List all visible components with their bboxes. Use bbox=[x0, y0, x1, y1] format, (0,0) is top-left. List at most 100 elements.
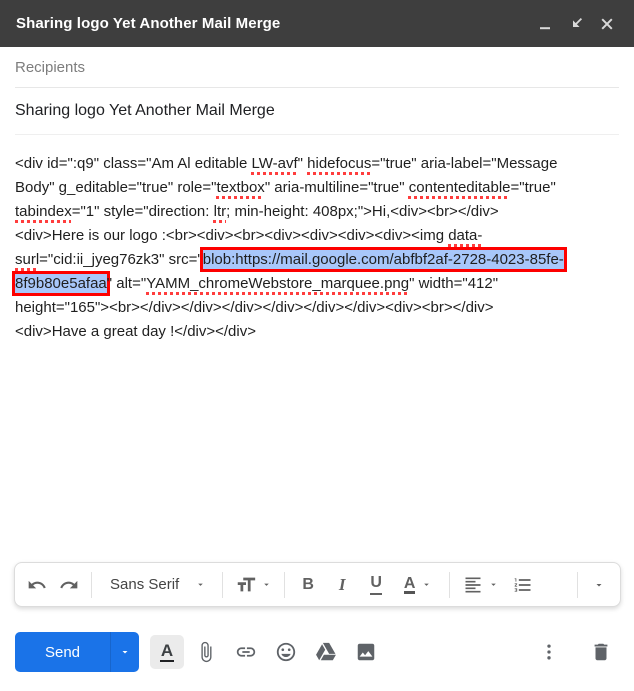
formatting-options-label: A bbox=[159, 641, 175, 662]
close-icon bbox=[601, 17, 613, 30]
toolbar-separator bbox=[449, 571, 451, 598]
body-text: <div>Have a great day !</div></div> bbox=[15, 323, 256, 340]
italic-button[interactable]: I bbox=[325, 568, 359, 602]
more-formatting-button[interactable] bbox=[584, 568, 614, 602]
exit-fullscreen-button[interactable] bbox=[567, 15, 585, 33]
body-text: " bbox=[297, 155, 308, 172]
bold-button[interactable]: B bbox=[291, 568, 325, 602]
body-text: <div id=":q9" class="Am Al editable bbox=[15, 155, 252, 172]
body-line: Body" g_editable="true" role="textbox" a… bbox=[15, 176, 619, 200]
body-text: ; min-height: 408px;">Hi,<div><br></div> bbox=[226, 203, 499, 220]
body-line: 8f9b80e5afaa" alt="YAMM_chromeWebstore_m… bbox=[15, 272, 619, 296]
misspelled-word: ltr bbox=[213, 203, 227, 220]
body-line: <div id=":q9" class="Am Al editable LW-a… bbox=[15, 152, 619, 176]
body-text: " width="412" bbox=[409, 275, 499, 292]
body-text: ="1" style="direction: bbox=[71, 203, 214, 220]
undo-icon bbox=[28, 580, 46, 588]
send-button[interactable]: Send bbox=[15, 632, 110, 672]
trash-icon bbox=[594, 643, 608, 661]
body-text: " aria-multiline="true" bbox=[264, 179, 409, 196]
exit-fullscreen-icon bbox=[573, 17, 583, 27]
misspelled-word: LW-avf bbox=[251, 155, 298, 172]
action-bar-right bbox=[531, 634, 619, 670]
align-button[interactable] bbox=[456, 568, 506, 602]
body-text: <div>Here is our logo :<br><div><br><div… bbox=[15, 227, 449, 244]
chevron-down-icon bbox=[596, 583, 602, 586]
body-text: ="true" aria-label="Message bbox=[371, 155, 558, 172]
numbered-list-button[interactable] bbox=[506, 568, 540, 602]
subject-field[interactable]: Sharing logo Yet Another Mail Merge bbox=[15, 88, 619, 135]
toolbar-separator bbox=[284, 571, 286, 598]
body-text: height="165"><br></div></div></div></div… bbox=[15, 299, 494, 316]
formatting-options-button[interactable]: A bbox=[150, 635, 184, 669]
redo-icon bbox=[60, 580, 78, 588]
image-icon bbox=[357, 643, 375, 661]
redo-button[interactable] bbox=[53, 568, 85, 602]
body-text: " alt=" bbox=[106, 275, 147, 292]
attach-file-button[interactable] bbox=[188, 634, 224, 670]
misspelled-word: textbox bbox=[216, 179, 265, 196]
chevron-down-icon bbox=[198, 583, 203, 586]
recipients-placeholder: Recipients bbox=[15, 58, 86, 76]
body-line: <div>Have a great day !</div></div> bbox=[15, 320, 619, 344]
misspelled-word: contenteditable bbox=[408, 179, 511, 196]
formatting-toolbar: Sans Serif B I U A bbox=[14, 562, 621, 607]
paperclip-icon bbox=[201, 641, 212, 663]
window-controls bbox=[536, 15, 616, 33]
insert-drive-button[interactable] bbox=[308, 634, 344, 670]
underline-button[interactable]: U bbox=[359, 568, 393, 602]
format-size-icon bbox=[237, 577, 256, 591]
bold-label: B bbox=[302, 575, 314, 593]
text-color-label: A bbox=[403, 574, 416, 594]
chevron-down-icon bbox=[424, 583, 430, 586]
body-line: <div>Here is our logo :<br><div><br><div… bbox=[15, 224, 619, 248]
font-family-selector[interactable]: Sans Serif bbox=[98, 568, 216, 602]
minimize-icon bbox=[540, 26, 550, 29]
body-line: surl="cid:ii_jyeg76zk3" src="blob:https:… bbox=[15, 248, 619, 272]
more-vert-icon bbox=[547, 644, 551, 660]
font-family-label: Sans Serif bbox=[110, 576, 180, 593]
close-button[interactable] bbox=[598, 15, 616, 33]
chevron-down-icon bbox=[491, 583, 496, 586]
misspelled-word: tabindex bbox=[15, 203, 72, 220]
insert-photo-button[interactable] bbox=[348, 634, 384, 670]
toolbar-separator bbox=[222, 571, 224, 598]
compose-action-bar: Send A bbox=[15, 632, 619, 672]
subject-value: Sharing logo Yet Another Mail Merge bbox=[15, 102, 275, 119]
highlighted-url-segment: blob:https://mail.google.com/abfbf2af-27… bbox=[202, 250, 564, 269]
body-line: height="165"><br></div></div></div></div… bbox=[15, 296, 619, 320]
misspelled-word: data- bbox=[448, 227, 483, 244]
drive-icon bbox=[316, 642, 336, 661]
insert-emoji-button[interactable] bbox=[268, 634, 304, 670]
emoji-icon bbox=[276, 642, 296, 662]
chevron-down-icon bbox=[122, 651, 128, 654]
text-color-button[interactable]: A bbox=[393, 568, 443, 602]
italic-label: I bbox=[338, 574, 346, 594]
compose-window: Sharing logo Yet Another Mail Merge Reci… bbox=[0, 0, 634, 691]
misspelled-word: surl bbox=[15, 251, 40, 268]
highlighted-url-segment: 8f9b80e5afaa bbox=[15, 274, 107, 293]
misspelled-word: YAMM_chromeWebstore_marquee.png bbox=[146, 275, 410, 292]
body-line: tabindex="1" style="direction: ltr; min-… bbox=[15, 200, 619, 224]
message-body[interactable]: <div id=":q9" class="Am Al editable LW-a… bbox=[0, 135, 634, 344]
undo-button[interactable] bbox=[21, 568, 53, 602]
body-text: ="true" bbox=[510, 179, 556, 196]
send-options-button[interactable] bbox=[110, 632, 139, 672]
minimize-button[interactable] bbox=[536, 15, 554, 33]
toolbar-separator bbox=[91, 571, 92, 598]
chevron-down-icon bbox=[264, 583, 269, 586]
underline-label: U bbox=[370, 574, 382, 595]
numbered-list-icon bbox=[514, 577, 531, 592]
window-title: Sharing logo Yet Another Mail Merge bbox=[16, 15, 281, 32]
more-options-button[interactable] bbox=[531, 634, 567, 670]
align-left-icon bbox=[465, 577, 481, 592]
recipients-field[interactable]: Recipients bbox=[15, 47, 619, 88]
body-text: Body" g_editable="true" role=" bbox=[15, 179, 217, 196]
send-split-button: Send bbox=[15, 632, 139, 672]
toolbar-separator bbox=[577, 571, 578, 598]
insert-link-button[interactable] bbox=[228, 634, 264, 670]
misspelled-word: hidefocus bbox=[307, 155, 372, 172]
font-size-button[interactable] bbox=[229, 568, 278, 602]
discard-draft-button[interactable] bbox=[583, 634, 619, 670]
link-icon bbox=[236, 647, 256, 657]
